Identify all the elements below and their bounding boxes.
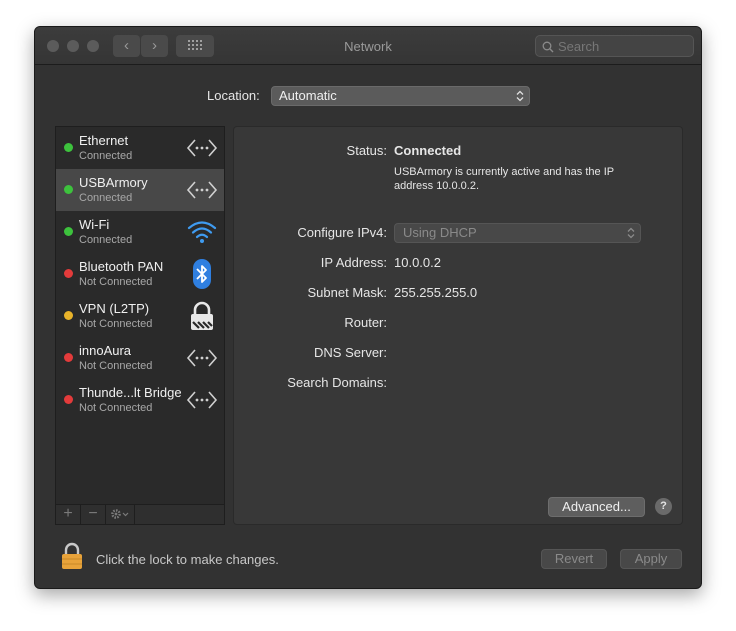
search-domains-label: Search Domains: [287,375,387,390]
service-status: Not Connected [79,402,153,414]
lock-icon[interactable] [61,542,83,570]
service-item-bluetooth-pan[interactable]: Bluetooth PAN Not Connected [56,253,224,295]
revert-button[interactable]: Revert [541,549,607,569]
service-status: Connected [79,192,133,204]
network-preferences-window: ‹ › Network Location: Automatic [34,26,702,589]
updown-arrows-icon [516,90,524,102]
service-item-innoaura[interactable]: innoAura Not Connected [56,337,224,379]
service-name: Ethernet [79,133,129,148]
configure-ipv4-label: Configure IPv4: [297,225,387,240]
service-name: USBArmory [79,175,148,190]
status-dot [64,227,73,236]
service-detail-panel: Status: Connected USBArmory is currently… [233,126,683,525]
search-icon [542,41,554,53]
status-dot [64,311,73,320]
search-field[interactable] [535,35,694,57]
service-list-toolbar: + − [56,504,224,524]
dns-server-label: DNS Server: [314,345,387,360]
status-dot [64,395,73,404]
service-item-wifi[interactable]: Wi-Fi Connected [56,211,224,253]
help-button[interactable]: ? [655,498,672,515]
ethernet-icon [186,181,218,199]
vpn-lock-icon [191,301,213,330]
remove-service-button[interactable]: − [81,505,106,524]
location-label: Location: [207,88,260,103]
service-status: Not Connected [79,360,153,372]
location-value: Automatic [279,88,337,103]
ethernet-icon [186,391,218,409]
service-name: Bluetooth PAN [79,259,164,274]
status-dot [64,353,73,362]
service-item-thunderbolt-bridge[interactable]: Thunde...lt Bridge Not Connected [56,379,224,421]
configure-ipv4-select[interactable]: Using DHCP [394,223,641,243]
add-service-button[interactable]: + [56,505,81,524]
ethernet-icon [186,139,218,157]
service-status: Connected [79,150,133,162]
subnet-mask-value: 255.255.255.0 [394,285,478,300]
ethernet-icon [186,349,218,367]
advanced-button[interactable]: Advanced... [548,497,645,517]
service-item-vpn-l2tp[interactable]: VPN (L2TP) Not Connected [56,295,224,337]
status-dot [64,185,73,194]
service-item-usbarmory[interactable]: USBArmory Connected [56,169,224,211]
apply-button[interactable]: Apply [620,549,682,569]
service-status: Not Connected [79,318,153,330]
lock-message: Click the lock to make changes. [96,552,279,567]
bluetooth-icon [193,259,211,289]
service-status: Connected [79,234,133,246]
search-input[interactable] [558,38,688,54]
configure-ipv4-value: Using DHCP [403,225,477,240]
service-item-ethernet[interactable]: Ethernet Connected [56,127,224,169]
ip-address-value: 10.0.0.2 [394,255,441,270]
status-dot [64,143,73,152]
status-label: Status: [346,143,387,158]
service-name: VPN (L2TP) [79,301,150,316]
service-list: Ethernet Connected USBArmory Connected W… [55,126,225,525]
updown-arrows-icon [627,227,635,239]
router-label: Router: [344,315,387,330]
status-value: Connected [394,143,462,158]
status-dot [64,269,73,278]
ip-address-label: IP Address: [320,255,387,270]
service-name: Wi-Fi [79,217,110,232]
service-name: innoAura [79,343,132,358]
wifi-icon [187,221,217,243]
service-name: Thunde...lt Bridge [79,385,182,400]
gear-icon [111,509,129,519]
service-actions-button[interactable] [106,505,135,524]
service-status: Not Connected [79,276,153,288]
status-description: USBArmory is currently active and has th… [394,166,614,192]
title-bar: ‹ › Network [35,27,701,65]
subnet-mask-label: Subnet Mask: [307,285,388,300]
location-select[interactable]: Automatic [271,86,530,106]
